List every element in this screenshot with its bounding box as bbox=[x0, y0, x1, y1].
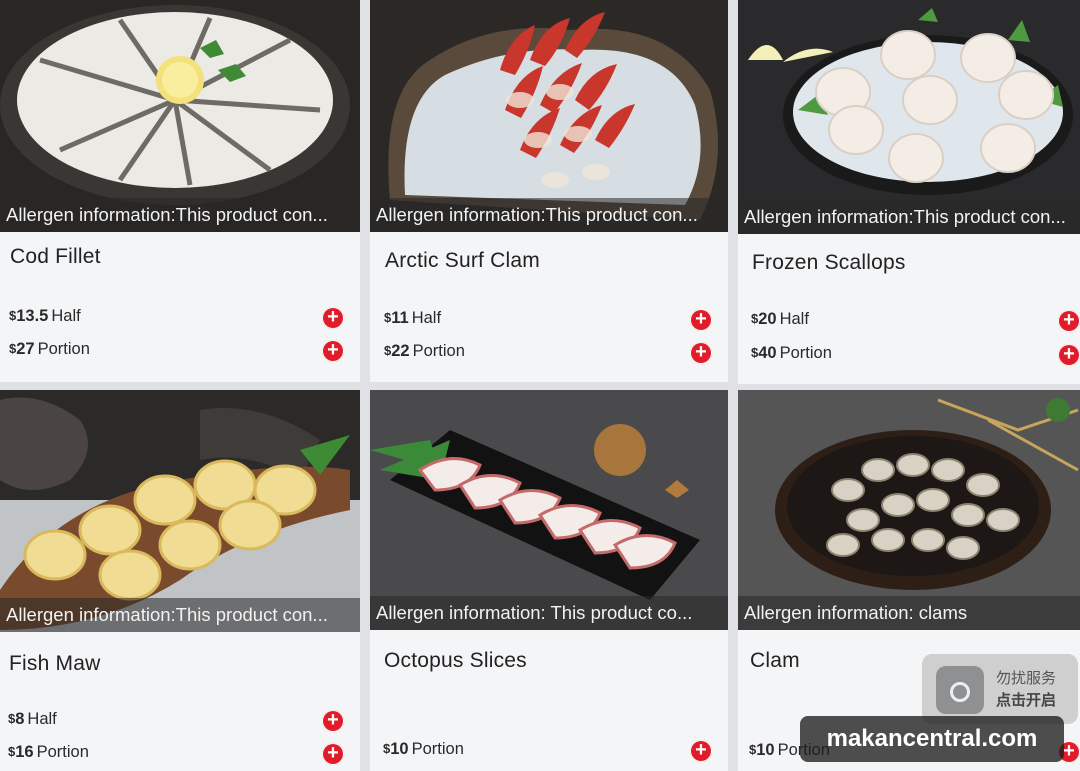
price-amount: $16 bbox=[8, 743, 34, 761]
dnd-line-1: 勿扰服务 bbox=[996, 669, 1057, 687]
product-card-octopus-slices[interactable]: Allergen information: This product co...… bbox=[370, 390, 728, 771]
price-option-half: $20 Half + bbox=[751, 310, 1080, 334]
price-amount: $11 bbox=[384, 309, 409, 327]
price-option-half: $13.5 Half + bbox=[9, 307, 360, 331]
price-option-portion: $40 Portion + bbox=[751, 344, 1080, 368]
service-bell-icon bbox=[936, 666, 984, 714]
product-photo[interactable]: Allergen information:This product con... bbox=[0, 390, 360, 632]
allergen-info: Allergen information:This product con... bbox=[738, 200, 1080, 234]
fish-maw-image bbox=[0, 390, 360, 632]
price-unit: Portion bbox=[411, 740, 464, 758]
allergen-info: Allergen information:This product con... bbox=[370, 198, 728, 232]
add-to-cart-button[interactable]: + bbox=[322, 307, 344, 329]
add-to-cart-button[interactable]: + bbox=[690, 740, 712, 762]
price-amount: $8 bbox=[8, 710, 25, 728]
price-amount: $22 bbox=[384, 342, 410, 360]
product-photo[interactable]: Allergen information: clams bbox=[738, 390, 1080, 630]
product-card-fish-maw[interactable]: Allergen information:This product con...… bbox=[0, 390, 360, 771]
price-option-half: $11 Half + bbox=[384, 309, 728, 333]
add-to-cart-button[interactable]: + bbox=[1058, 310, 1080, 332]
price-unit: Half bbox=[27, 710, 57, 728]
price-unit: Half bbox=[411, 309, 442, 327]
add-to-cart-button[interactable]: + bbox=[322, 340, 344, 362]
octopus-slices-image bbox=[370, 390, 728, 630]
add-to-cart-button[interactable]: + bbox=[1058, 344, 1080, 366]
product-card-frozen-scallops[interactable]: Allergen information:This product con...… bbox=[738, 0, 1080, 384]
price-amount: $13.5 bbox=[9, 307, 49, 325]
price-unit: Portion bbox=[412, 342, 465, 360]
allergen-info: Allergen information: clams bbox=[738, 596, 1080, 630]
product-name: Cod Fillet bbox=[10, 245, 101, 268]
do-not-disturb-label: 勿扰服务 点击开启 bbox=[996, 667, 1056, 711]
product-card-cod-fillet[interactable]: Allergen information:This product con...… bbox=[0, 0, 360, 382]
price-amount: $10 bbox=[383, 740, 409, 758]
add-to-cart-button[interactable]: + bbox=[690, 342, 712, 364]
price-unit: Half bbox=[51, 307, 81, 325]
price-option-portion: $16 Portion + bbox=[8, 743, 360, 767]
product-name: Fish Maw bbox=[9, 652, 101, 675]
price-amount: $20 bbox=[751, 310, 777, 328]
product-photo[interactable]: Allergen information: This product co... bbox=[370, 390, 728, 630]
product-card-arctic-surf-clam[interactable]: Allergen information:This product con...… bbox=[370, 0, 728, 382]
price-option-half: $8 Half + bbox=[8, 710, 360, 734]
price-amount: $27 bbox=[9, 340, 35, 358]
add-to-cart-button[interactable]: + bbox=[690, 309, 712, 331]
clam-image bbox=[738, 390, 1080, 630]
product-photo[interactable]: Allergen information:This product con... bbox=[0, 0, 360, 232]
product-name: Frozen Scallops bbox=[752, 251, 906, 274]
allergen-info: Allergen information:This product con... bbox=[0, 598, 360, 632]
price-option-portion: $10Portion + bbox=[383, 740, 728, 764]
allergen-info: Allergen information: This product co... bbox=[370, 596, 728, 630]
add-to-cart-button[interactable]: + bbox=[322, 743, 344, 765]
do-not-disturb-widget[interactable]: 勿扰服务 点击开启 bbox=[922, 654, 1078, 724]
watermark: makancentral.com bbox=[800, 716, 1064, 762]
price-option-portion: $27 Portion + bbox=[9, 340, 360, 364]
price-unit: Portion bbox=[779, 344, 832, 362]
dnd-line-2: 点击开启 bbox=[996, 691, 1057, 709]
price-unit: Portion bbox=[37, 340, 90, 358]
product-photo[interactable]: Allergen information:This product con... bbox=[370, 0, 728, 232]
product-name: Clam bbox=[750, 649, 800, 672]
price-unit: Half bbox=[779, 310, 809, 328]
price-amount: $10 bbox=[749, 741, 775, 759]
product-name: Octopus Slices bbox=[384, 649, 527, 672]
product-name: Arctic Surf Clam bbox=[385, 249, 540, 272]
price-amount: $40 bbox=[751, 344, 777, 362]
price-unit: Portion bbox=[36, 743, 89, 761]
product-photo[interactable]: Allergen information:This product con... bbox=[738, 0, 1080, 234]
frozen-scallops-image bbox=[738, 0, 1080, 234]
price-option-portion: $22 Portion + bbox=[384, 342, 728, 366]
add-to-cart-button[interactable]: + bbox=[322, 710, 344, 732]
allergen-info: Allergen information:This product con... bbox=[0, 198, 360, 232]
